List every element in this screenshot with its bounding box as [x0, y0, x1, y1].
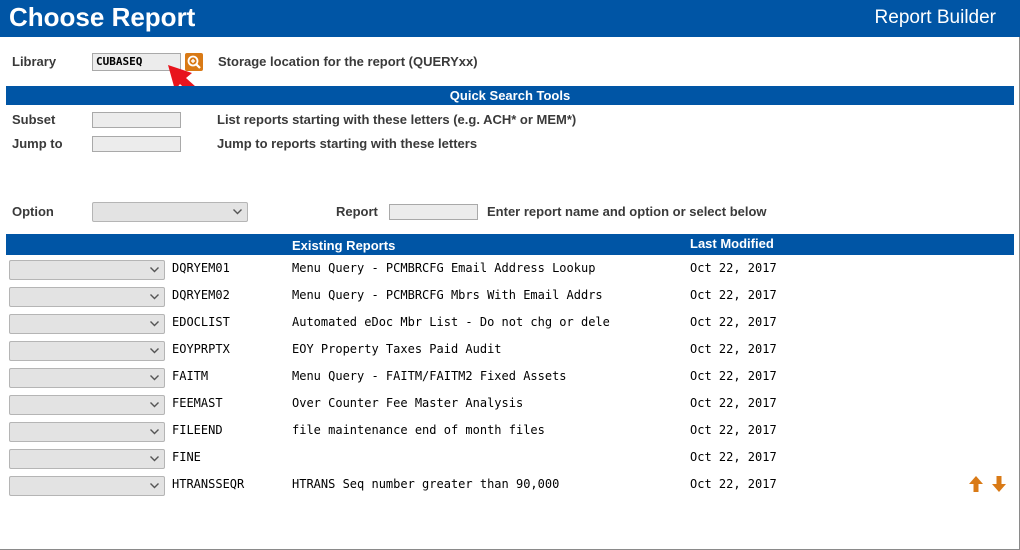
report-modified-date: Oct 22, 2017: [690, 261, 777, 275]
title-bar: Choose Report Report Builder: [0, 0, 1020, 37]
report-description: Menu Query - FAITM/FAITM2 Fixed Assets: [292, 369, 567, 383]
chevron-down-icon: [150, 348, 159, 354]
chevron-down-icon: [233, 209, 242, 215]
chevron-down-icon: [150, 456, 159, 462]
report-description: HTRANS Seq number greater than 90,000: [292, 477, 560, 491]
row-action-select[interactable]: [9, 368, 165, 388]
report-name[interactable]: EDOCLIST: [172, 315, 230, 330]
report-modified-date: Oct 22, 2017: [690, 423, 777, 437]
report-modified-date: Oct 22, 2017: [690, 315, 777, 329]
report-description: EOY Property Taxes Paid Audit: [292, 342, 502, 356]
page-title: Choose Report: [9, 2, 196, 32]
arrow-up-icon[interactable]: [967, 475, 985, 493]
report-description: Menu Query - PCMBRCFG Mbrs With Email Ad…: [292, 288, 603, 302]
quick-search-title: Quick Search Tools: [449, 88, 571, 103]
report-input[interactable]: [389, 204, 478, 220]
library-label: Library: [12, 54, 57, 69]
app-subtitle: Report Builder: [874, 7, 996, 28]
quick-search-bar: Quick Search Tools: [6, 86, 1014, 105]
option-label: Option: [12, 204, 54, 219]
report-name[interactable]: FEEMAST: [172, 396, 223, 411]
report-description: file maintenance end of month files: [292, 423, 545, 437]
report-description: Menu Query - PCMBRCFG Email Address Look…: [292, 261, 596, 275]
report-modified-date: Oct 22, 2017: [690, 477, 777, 491]
row-action-select[interactable]: [9, 395, 165, 415]
report-description: Over Counter Fee Master Analysis: [292, 396, 524, 410]
jumpto-input[interactable]: [92, 136, 181, 152]
option-select[interactable]: [92, 202, 248, 222]
report-name[interactable]: EOYPRPTX: [172, 342, 230, 357]
chevron-down-icon: [150, 321, 159, 327]
report-modified-date: Oct 22, 2017: [690, 342, 777, 356]
reports-table-header: Existing Reports Last Modified: [6, 234, 1014, 255]
chevron-down-icon: [150, 483, 159, 489]
library-hint: Storage location for the report (QUERYxx…: [218, 54, 478, 69]
report-name[interactable]: FILEEND: [172, 423, 223, 438]
report-modified-date: Oct 22, 2017: [690, 369, 777, 383]
chevron-down-icon: [150, 267, 159, 273]
chevron-down-icon: [150, 429, 159, 435]
row-action-select[interactable]: [9, 449, 165, 469]
row-action-select[interactable]: [9, 476, 165, 496]
row-action-select[interactable]: [9, 422, 165, 442]
report-name[interactable]: DQRYEM02: [172, 288, 230, 303]
report-description: Automated eDoc Mbr List - Do not chg or …: [292, 315, 610, 329]
subset-label: Subset: [12, 112, 56, 127]
row-action-select[interactable]: [9, 314, 165, 334]
report-name[interactable]: DQRYEM01: [172, 261, 230, 276]
report-hint: Enter report name and option or select b…: [487, 204, 767, 219]
last-modified-heading: Last Modified: [690, 236, 774, 251]
jumpto-label: Jump to: [12, 136, 63, 151]
chevron-down-icon: [150, 375, 159, 381]
row-action-select[interactable]: [9, 287, 165, 307]
chevron-down-icon: [150, 402, 159, 408]
subset-hint: List reports starting with these letters…: [217, 112, 577, 127]
report-label: Report: [336, 204, 378, 219]
report-modified-date: Oct 22, 2017: [690, 396, 777, 410]
report-name[interactable]: FINE: [172, 450, 201, 465]
report-name[interactable]: HTRANSSEQR: [172, 477, 244, 492]
row-action-select[interactable]: [9, 260, 165, 280]
arrow-down-icon[interactable]: [990, 475, 1008, 493]
subset-input[interactable]: [92, 112, 181, 128]
report-modified-date: Oct 22, 2017: [690, 288, 777, 302]
row-action-select[interactable]: [9, 341, 165, 361]
report-name[interactable]: FAITM: [172, 369, 208, 384]
existing-reports-heading: Existing Reports: [292, 238, 396, 253]
chevron-down-icon: [150, 294, 159, 300]
report-modified-date: Oct 22, 2017: [690, 450, 777, 464]
jumpto-hint: Jump to reports starting with these lett…: [217, 136, 478, 151]
